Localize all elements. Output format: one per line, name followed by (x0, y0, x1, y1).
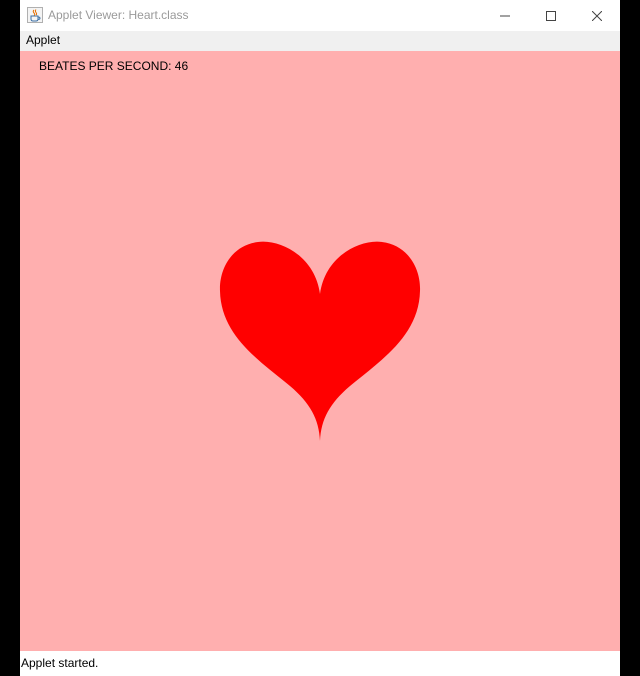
status-bar: Applet started. (20, 651, 620, 676)
heart-shape (219, 241, 421, 441)
minimize-icon (500, 15, 510, 16)
maximize-icon (546, 10, 556, 21)
menu-bar: Applet (20, 31, 620, 52)
heart-canvas (219, 241, 421, 441)
close-button[interactable] (574, 0, 620, 31)
java-cup-icon (27, 7, 43, 23)
applet-canvas[interactable]: BEATES PER SECOND: 46 (20, 51, 620, 651)
window-title: Applet Viewer: Heart.class (48, 8, 189, 22)
status-text: Applet started. (21, 656, 99, 670)
close-icon (592, 10, 602, 21)
applet-viewer-window: Applet Viewer: Heart.class Applet BEATES… (20, 0, 620, 676)
title-bar[interactable]: Applet Viewer: Heart.class (20, 0, 620, 31)
menu-applet[interactable]: Applet (26, 33, 60, 47)
minimize-button[interactable] (482, 0, 528, 31)
maximize-button[interactable] (528, 0, 574, 31)
